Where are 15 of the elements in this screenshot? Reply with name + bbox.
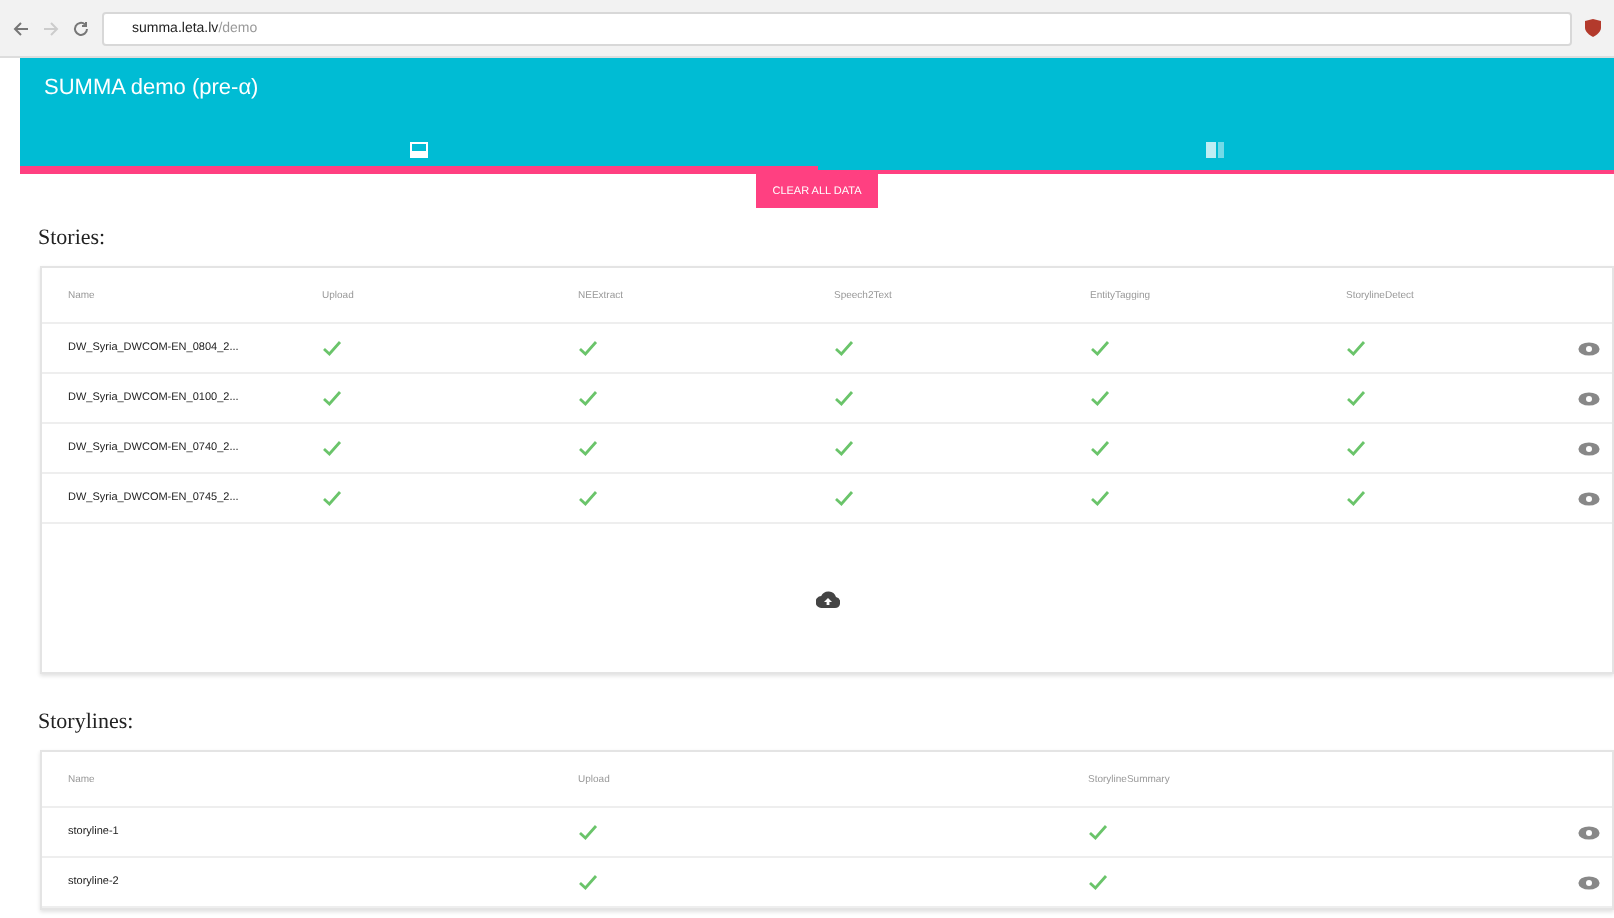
eye-icon[interactable] xyxy=(1578,341,1600,355)
eye-icon[interactable] xyxy=(1578,825,1600,839)
eye-icon[interactable] xyxy=(1578,491,1600,505)
app-title: SUMMA demo (pre-α) xyxy=(42,74,261,104)
reload-icon[interactable] xyxy=(72,19,90,37)
inbox-icon xyxy=(409,141,428,157)
columns-icon xyxy=(1206,141,1225,157)
shield-icon[interactable] xyxy=(1584,18,1602,38)
cloud-upload-icon[interactable] xyxy=(815,589,839,607)
section-heading: Storylines: xyxy=(38,710,136,738)
back-icon[interactable] xyxy=(12,19,30,37)
eye-icon[interactable] xyxy=(1578,391,1600,405)
section-heading: Stories: xyxy=(38,226,108,254)
eye-icon[interactable] xyxy=(1578,441,1600,455)
eye-icon[interactable] xyxy=(1578,875,1600,889)
